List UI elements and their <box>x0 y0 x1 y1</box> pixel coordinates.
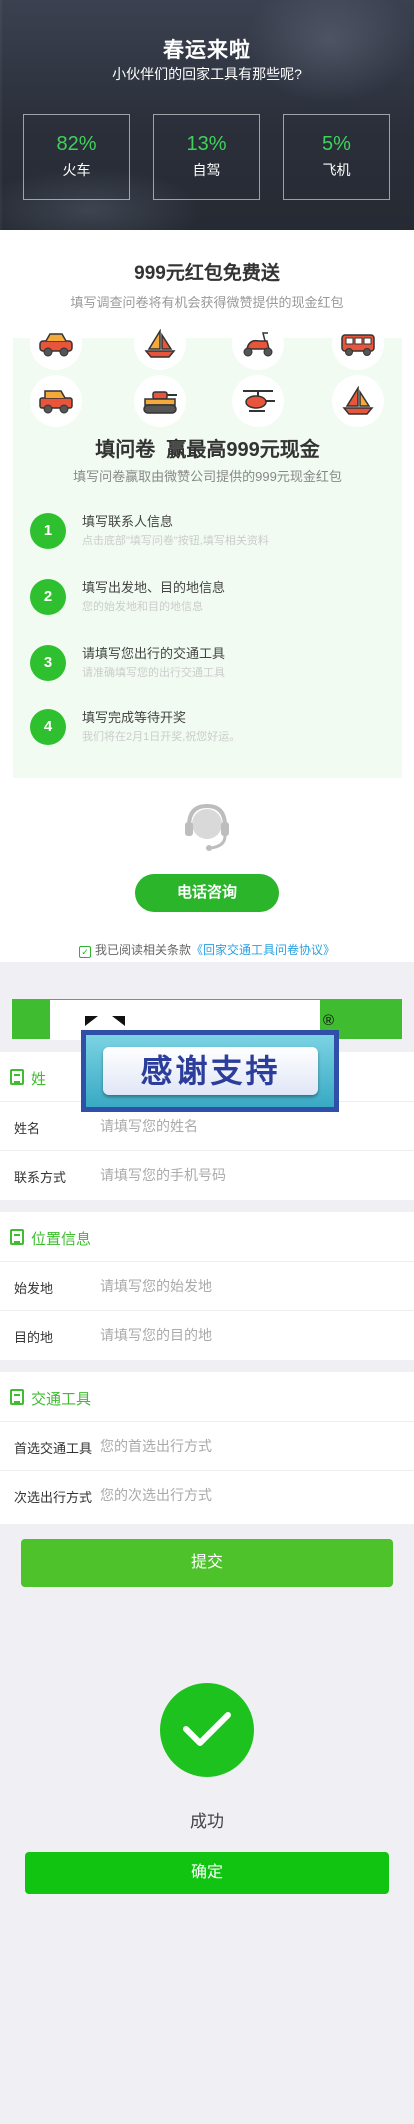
agreement-link[interactable]: 《回家交通工具问卷协议》 <box>191 943 335 957</box>
stat-percent: 5% <box>322 133 351 155</box>
step-number: 1 <box>30 513 66 549</box>
steps-panel: 填问卷 赢最高999元现金 填写问卷赢取由微赞公司提供的999元现金红包 1 填… <box>13 318 402 778</box>
sailboat-icon <box>332 375 384 427</box>
origin-input[interactable] <box>100 1271 400 1301</box>
step-4: 4 填写完成等待开奖 我们将在2月1日开奖,祝您好运。 <box>30 704 390 754</box>
success-check-icon <box>160 1683 254 1777</box>
stat-label: 火车 <box>62 162 91 178</box>
stat-drive: 13% 自驾 <box>153 114 260 200</box>
stat-label: 自驾 <box>192 162 221 178</box>
section-title: 姓 <box>31 1071 47 1088</box>
step-1: 1 填写联系人信息 点击底部"填写问卷"按钮,填写相关资料 <box>30 508 390 558</box>
section-title: 交通工具 <box>31 1391 92 1408</box>
bus-icon <box>332 318 384 370</box>
name-input[interactable] <box>100 1111 400 1141</box>
promo-title: 999元红包免费送 <box>134 263 280 284</box>
headset-icon <box>185 803 229 851</box>
panel-subtitle: 填写问卷赢取由微赞公司提供的999元现金红包 <box>73 469 342 484</box>
promo-subtitle: 填写调查问卷将有机会获得微赞提供的现金红包 <box>70 295 344 310</box>
stat-percent: 82% <box>56 133 97 155</box>
field-label: 次选出行方式 <box>14 1490 93 1505</box>
origin-row: 始发地 <box>0 1262 414 1311</box>
step-title: 填写出发地、目的地信息 <box>82 580 226 595</box>
consult-section: 电话咨询 ✓ 我已阅读相关条款《回家交通工具问卷协议》 <box>0 790 414 962</box>
thanks-logo-inner: 感谢支持 <box>86 1035 334 1107</box>
submit-button[interactable]: 提交 <box>21 1539 393 1587</box>
field-label: 姓名 <box>14 1121 41 1136</box>
hero-banner: 春运来啦 小伙伴们的回家工具有那些呢? 82% 火车 13% 自驾 5% 飞机 <box>0 0 414 230</box>
stat-plane: 5% 飞机 <box>283 114 390 200</box>
document-icon <box>10 1229 24 1245</box>
step-number: 4 <box>30 709 66 745</box>
step-desc: 您的始发地和目的地信息 <box>82 601 203 613</box>
transport-section: 交通工具 首选交通工具 次选出行方式 <box>0 1372 414 1524</box>
phone-row: 联系方式 <box>0 1151 414 1200</box>
step-2: 2 填写出发地、目的地信息 您的始发地和目的地信息 <box>30 574 390 624</box>
promo-card: 999元红包免费送 填写调查问卷将有机会获得微赞提供的现金红包 填问卷 赢最高9… <box>0 230 414 790</box>
field-label: 目的地 <box>14 1330 54 1345</box>
location-section: 位置信息 始发地 目的地 <box>0 1212 414 1360</box>
document-icon <box>10 1069 24 1085</box>
step-desc: 点击底部"填写问卷"按钮,填写相关资料 <box>82 535 269 547</box>
field-label: 联系方式 <box>14 1170 67 1185</box>
location-heading: 位置信息 <box>0 1212 414 1262</box>
secondary-transport-row: 次选出行方式 <box>0 1471 414 1520</box>
field-label: 始发地 <box>14 1281 54 1296</box>
registered-mark: ® <box>323 1012 335 1029</box>
scooter-icon <box>232 318 284 370</box>
primary-transport-row: 首选交通工具 <box>0 1422 414 1471</box>
step-3: 3 请填写您出行的交通工具 请准确填写您的出行交通工具 <box>30 640 390 690</box>
stat-train: 82% 火车 <box>23 114 130 200</box>
field-label: 首选交通工具 <box>14 1441 93 1456</box>
helicopter-icon <box>232 375 284 427</box>
agree-checkbox[interactable]: ✓ <box>78 946 91 958</box>
destination-input[interactable] <box>100 1320 400 1350</box>
phone-input[interactable] <box>100 1160 400 1190</box>
agreement-line: ✓ 我已阅读相关条款《回家交通工具问卷协议》 <box>0 941 414 958</box>
step-title: 请填写您出行的交通工具 <box>82 646 226 661</box>
step-number: 3 <box>30 645 66 681</box>
stat-label: 飞机 <box>322 162 351 178</box>
sailboat-icon <box>134 318 186 370</box>
cat-ears-icon <box>85 1016 125 1026</box>
section-title: 位置信息 <box>31 1231 92 1248</box>
hero-subtitle: 小伙伴们的回家工具有那些呢? <box>112 66 302 82</box>
thanks-logo: 感谢支持 <box>81 1030 339 1112</box>
jeep-icon <box>30 375 82 427</box>
hero-title: 春运来啦 <box>163 39 251 62</box>
confirm-button[interactable]: 确定 <box>25 1852 389 1894</box>
step-title: 填写完成等待开奖 <box>82 710 187 725</box>
stat-percent: 13% <box>186 133 227 155</box>
transport-heading: 交通工具 <box>0 1372 414 1422</box>
thanks-text: 感谢支持 <box>103 1047 318 1095</box>
step-number: 2 <box>30 579 66 615</box>
tank-icon <box>134 375 186 427</box>
step-title: 填写联系人信息 <box>82 514 174 529</box>
agree-text: 我已阅读相关条款 <box>94 943 191 957</box>
document-icon <box>10 1389 24 1405</box>
secondary-transport-input[interactable] <box>100 1480 400 1510</box>
destination-row: 目的地 <box>0 1311 414 1360</box>
phone-consult-button[interactable]: 电话咨询 <box>135 874 279 912</box>
step-desc: 请准确填写您的出行交通工具 <box>82 667 225 679</box>
car-icon <box>30 318 82 370</box>
success-message: 成功 <box>190 1812 224 1831</box>
step-desc: 我们将在2月1日开奖,祝您好运。 <box>82 731 241 743</box>
panel-title: 填问卷 赢最高999元现金 <box>95 439 320 461</box>
primary-transport-input[interactable] <box>100 1431 400 1461</box>
